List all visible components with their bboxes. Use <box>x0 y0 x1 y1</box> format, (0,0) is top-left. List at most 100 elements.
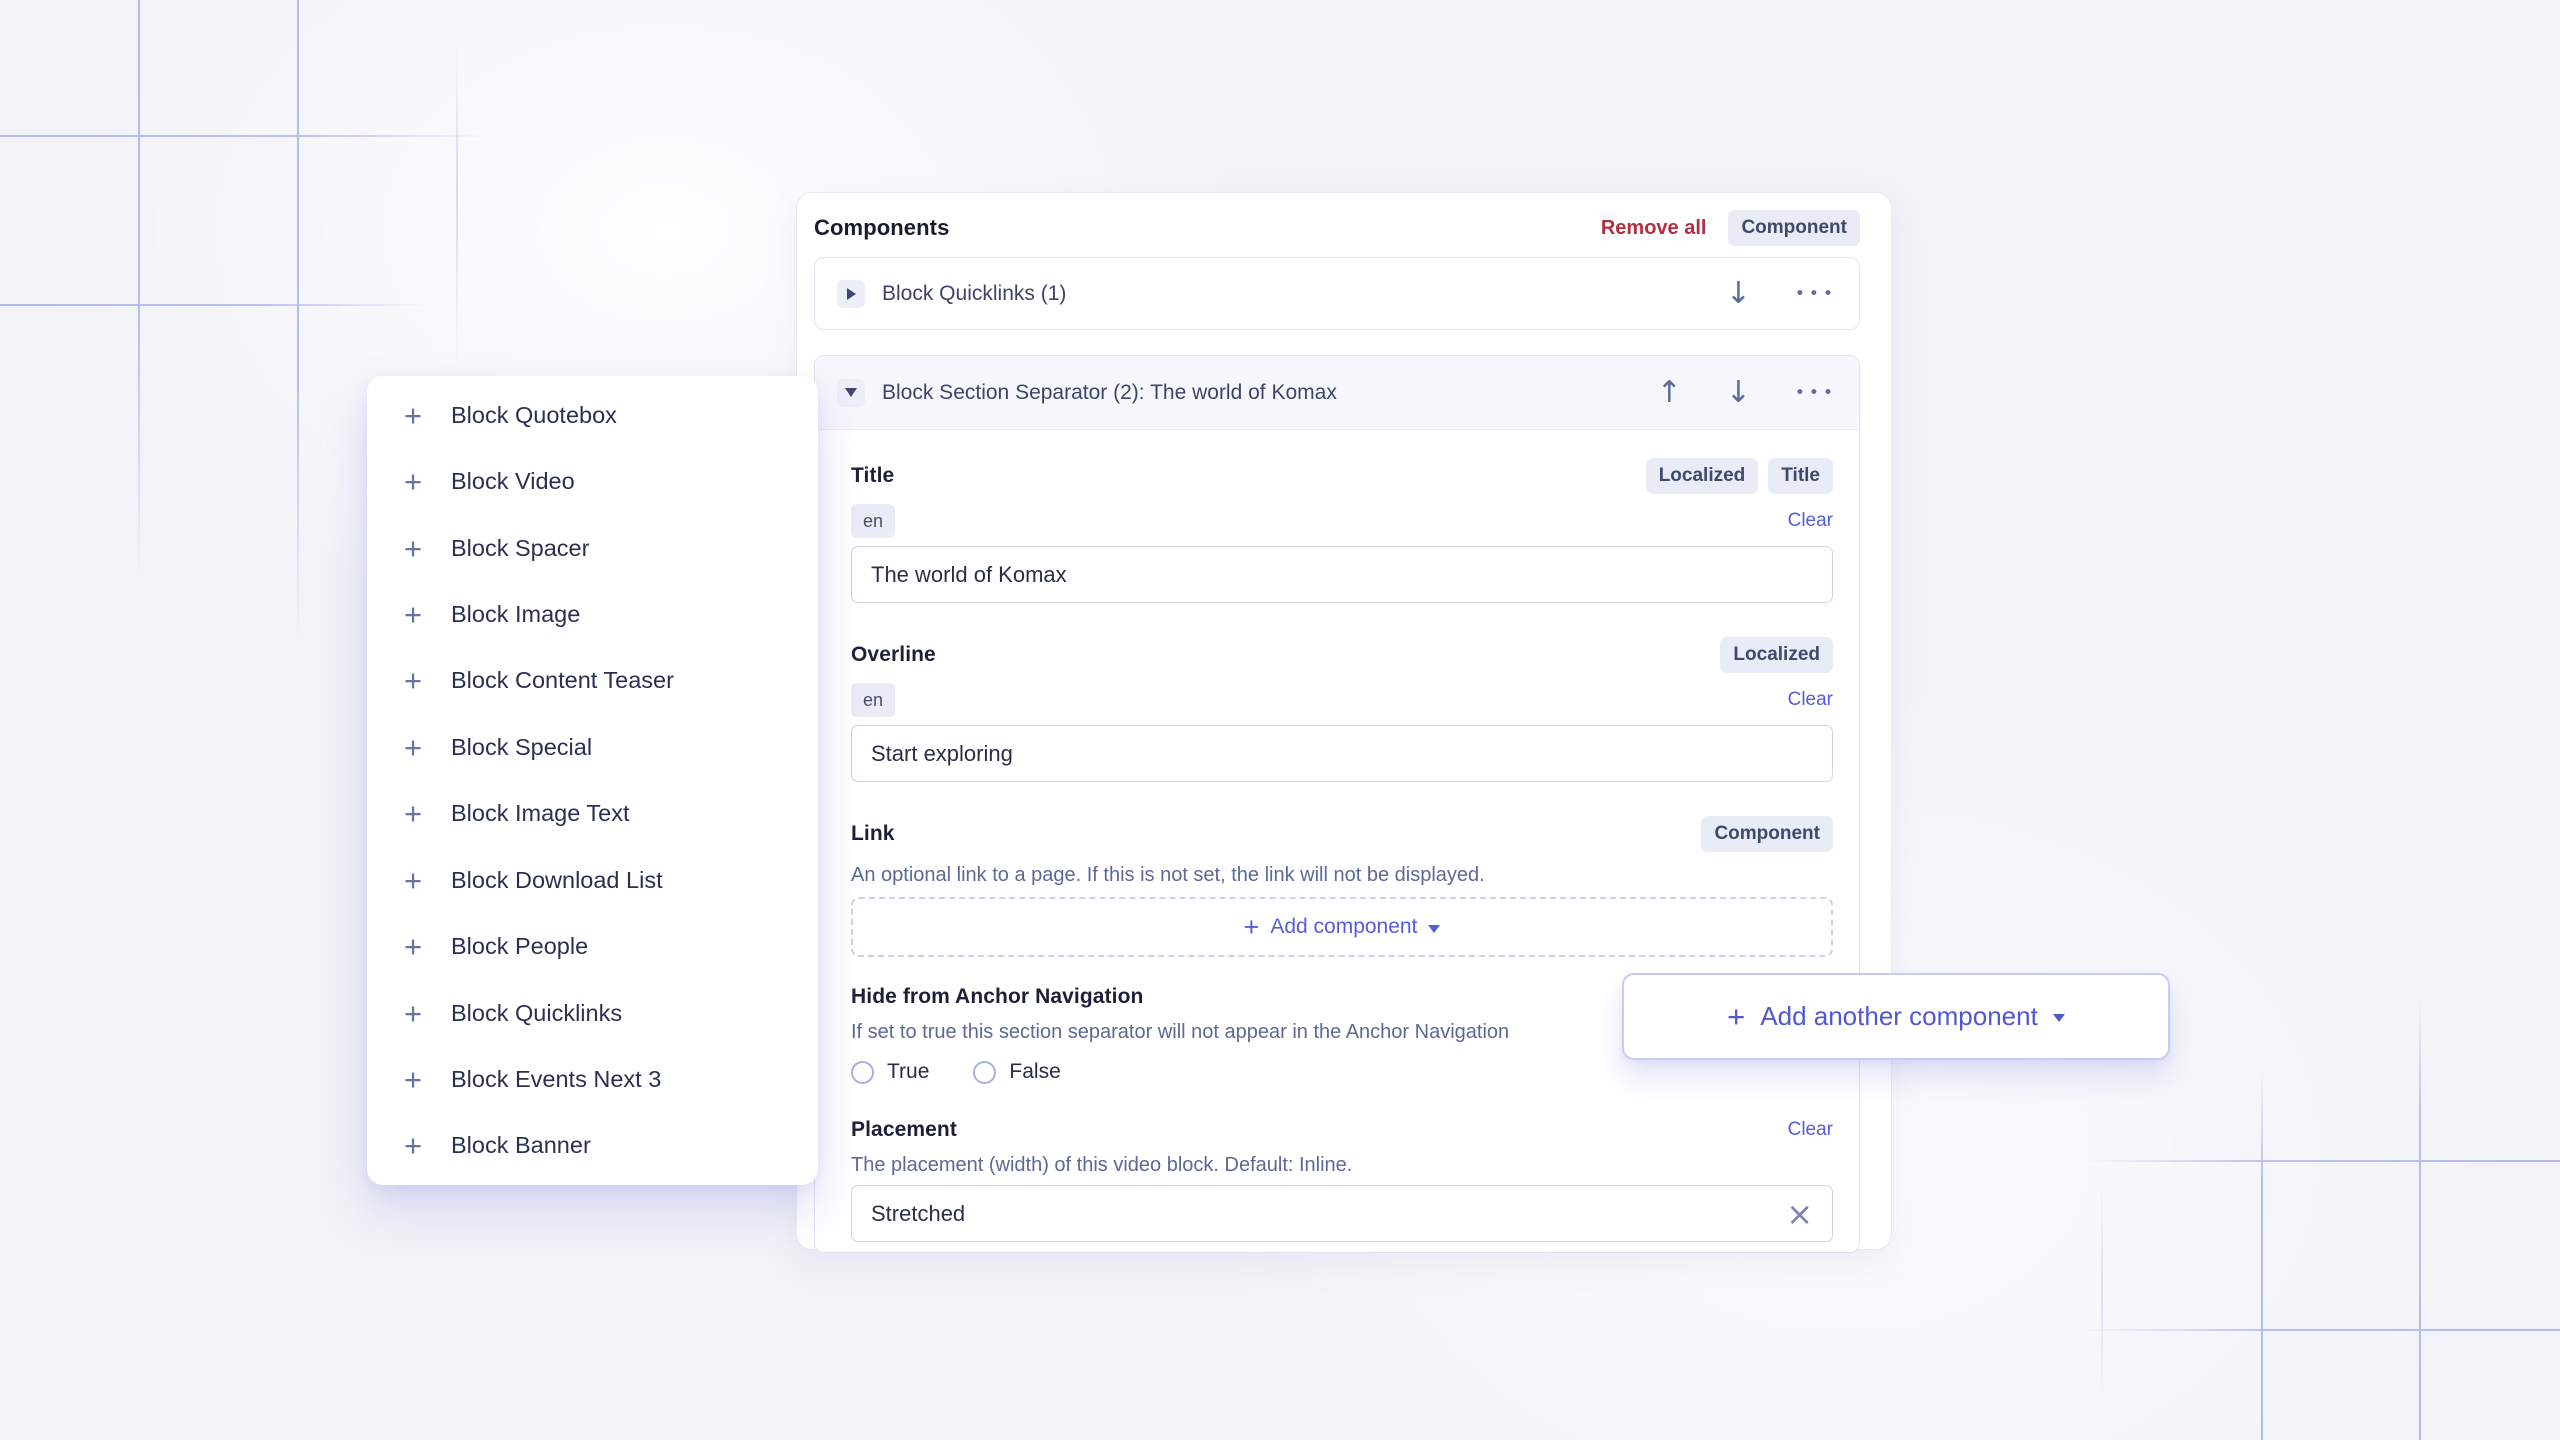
title-input-value: The world of Komax <box>871 561 1067 587</box>
field-label: Title <box>851 464 895 487</box>
menu-item-label: Block Image Text <box>451 800 630 827</box>
menu-item-block-content-teaser[interactable]: + Block Content Teaser <box>367 648 818 714</box>
collapse-chevron-button[interactable] <box>837 378 865 407</box>
move-up-icon[interactable]: ↑ <box>1657 377 1682 408</box>
expand-chevron-button[interactable] <box>837 279 865 308</box>
menu-item-label: Block Special <box>451 733 593 760</box>
menu-item-block-quicklinks[interactable]: + Block Quicklinks <box>367 980 818 1046</box>
menu-item-block-special[interactable]: + Block Special <box>367 714 818 780</box>
field-label: Link <box>851 822 895 845</box>
component-card-section-separator: Block Section Separator (2): The world o… <box>814 355 1860 1253</box>
grid-line <box>2080 1329 2560 1331</box>
plus-icon: + <box>404 862 423 898</box>
move-down-icon[interactable]: ↓ <box>1726 278 1751 309</box>
field-link: Link Component An optional link to a pag… <box>851 816 1833 957</box>
component-type-badge: Component <box>1728 210 1860 246</box>
field-label: Placement <box>851 1118 957 1141</box>
component-row-left: Block Quicklinks (1) <box>837 279 1067 308</box>
component-row-title: Block Quicklinks (1) <box>882 281 1067 305</box>
radio-true[interactable]: True <box>851 1060 929 1084</box>
field-placement: Placement Clear The placement (width) of… <box>851 1118 1833 1242</box>
plus-icon: + <box>1243 911 1260 942</box>
menu-item-block-spacer[interactable]: + Block Spacer <box>367 515 818 581</box>
localized-badge: Localized <box>1645 458 1759 494</box>
menu-item-label: Block Content Teaser <box>451 667 674 694</box>
menu-item-block-download-list[interactable]: + Block Download List <box>367 847 818 913</box>
localized-badge: Localized <box>1720 637 1833 673</box>
overline-input[interactable]: Start exploring <box>851 725 1833 782</box>
plus-icon: + <box>404 596 423 632</box>
menu-item-label: Block Image <box>451 600 581 627</box>
component-badge: Component <box>1701 816 1833 852</box>
field-description: The placement (width) of this video bloc… <box>851 1154 1353 1176</box>
menu-item-block-image[interactable]: + Block Image <box>367 581 818 647</box>
title-input[interactable]: The world of Komax <box>851 546 1833 603</box>
placement-input-value: Stretched <box>871 1200 966 1226</box>
add-another-component-button[interactable]: + Add another component <box>1622 973 2170 1060</box>
move-down-icon[interactable]: ↓ <box>1726 377 1751 408</box>
grid-line <box>2419 1000 2421 1440</box>
plus-icon: + <box>404 729 423 765</box>
page-title: Components <box>814 215 950 240</box>
chevron-down-icon <box>845 388 857 397</box>
plus-icon: + <box>404 530 423 566</box>
grid-line <box>297 0 299 640</box>
menu-item-block-video[interactable]: + Block Video <box>367 448 818 514</box>
menu-item-block-people[interactable]: + Block People <box>367 913 818 979</box>
add-another-component-label: Add another component <box>1760 1001 2038 1031</box>
clear-link[interactable]: Clear <box>1788 689 1833 711</box>
grid-line <box>456 40 458 370</box>
menu-item-label: Block People <box>451 933 589 960</box>
menu-item-label: Block Events Next 3 <box>451 1065 662 1092</box>
menu-item-label: Block Spacer <box>451 534 590 561</box>
plus-icon: + <box>404 796 423 832</box>
radio-false[interactable]: False <box>973 1060 1061 1084</box>
menu-item-block-banner[interactable]: + Block Banner <box>367 1113 818 1179</box>
clear-link[interactable]: Clear <box>1788 510 1833 532</box>
add-component-label: Add component <box>1270 915 1418 938</box>
grid-line <box>2080 1160 2560 1162</box>
panel-header-actions: Remove all Component <box>1601 210 1860 246</box>
more-options-icon[interactable]: ••• <box>1795 284 1837 304</box>
field-title: Title Localized Title en Clear The world… <box>851 458 1833 603</box>
title-badge: Title <box>1768 458 1833 494</box>
grid-line <box>0 304 430 306</box>
menu-item-block-quotebox[interactable]: + Block Quotebox <box>367 382 818 448</box>
menu-item-block-events-next-3[interactable]: + Block Events Next 3 <box>367 1046 818 1112</box>
radio-circle-icon <box>851 1060 874 1084</box>
remove-all-button[interactable]: Remove all <box>1601 217 1707 240</box>
plus-icon: + <box>404 663 423 699</box>
plus-icon: + <box>1727 999 1746 1034</box>
field-description: An optional link to a page. If this is n… <box>851 864 1485 886</box>
component-card-header[interactable]: Block Section Separator (2): The world o… <box>815 356 1859 430</box>
chevron-right-icon <box>846 287 856 300</box>
menu-item-label: Block Quicklinks <box>451 999 623 1026</box>
placement-input[interactable]: Stretched × <box>851 1185 1833 1242</box>
caret-down-icon <box>2052 1014 2065 1022</box>
component-row-block-quicklinks[interactable]: Block Quicklinks (1) ↓ ••• <box>814 257 1860 330</box>
radio-circle-icon <box>973 1060 997 1084</box>
component-picker-menu: + Block Quotebox + Block Video + Block S… <box>367 376 818 1185</box>
plus-icon: + <box>404 929 423 965</box>
more-options-icon[interactable]: ••• <box>1795 383 1837 403</box>
clear-link[interactable]: Clear <box>1788 1119 1833 1141</box>
component-card-actions: ↑ ↓ ••• <box>1657 377 1837 408</box>
field-label: Hide from Anchor Navigation <box>851 985 1144 1008</box>
plus-icon: + <box>404 1128 423 1164</box>
add-component-button[interactable]: + Add component <box>851 897 1833 957</box>
clear-value-icon[interactable]: × <box>1786 1198 1813 1230</box>
locale-tab-en[interactable]: en <box>851 683 896 717</box>
component-card-header-left: Block Section Separator (2): The world o… <box>837 378 1337 407</box>
menu-item-block-image-text[interactable]: + Block Image Text <box>367 781 818 847</box>
menu-item-label: Block Quotebox <box>451 401 617 428</box>
plus-icon: + <box>404 1061 423 1097</box>
field-overline: Overline Localized en Clear Start explor… <box>851 637 1833 782</box>
menu-item-label: Block Download List <box>451 866 663 893</box>
component-card-body: Title Localized Title en Clear The world… <box>815 430 1859 1252</box>
caret-down-icon <box>1428 924 1441 933</box>
locale-tab-en[interactable]: en <box>851 504 896 538</box>
component-row-actions: ↓ ••• <box>1726 278 1837 309</box>
plus-icon: + <box>404 995 423 1031</box>
menu-item-label: Block Video <box>451 468 575 495</box>
radio-true-label: True <box>887 1060 930 1083</box>
